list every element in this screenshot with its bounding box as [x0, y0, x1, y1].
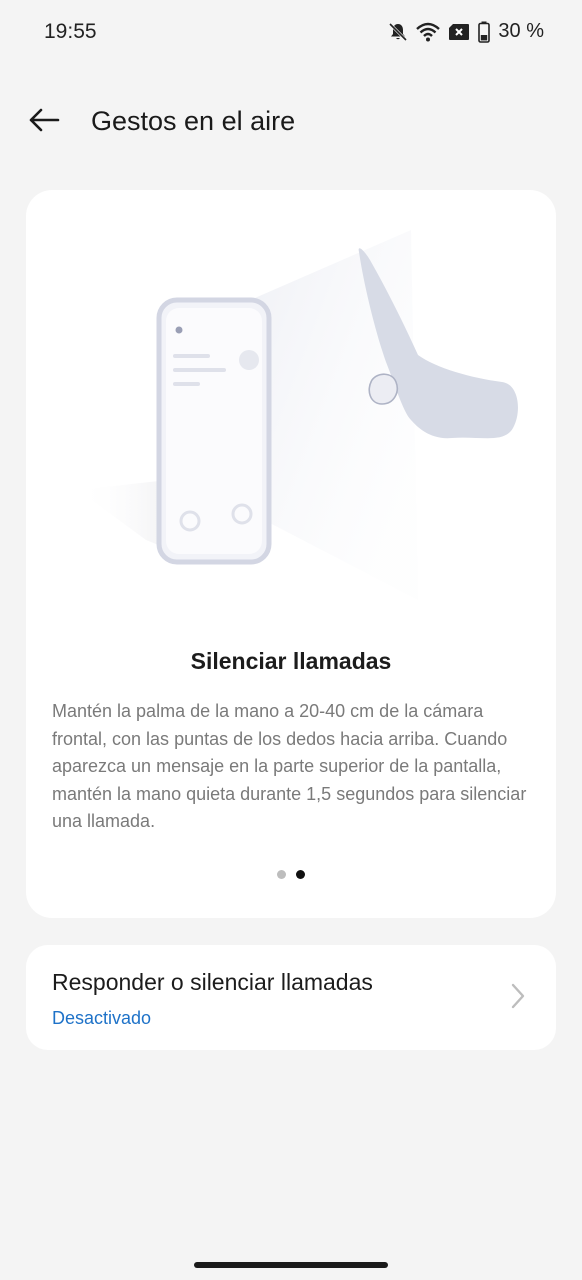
setting-title: Responder o silenciar llamadas [52, 969, 373, 995]
page-title: Gestos en el aire [91, 106, 296, 136]
home-indicator[interactable] [194, 1262, 388, 1268]
demo-title: Silenciar llamadas [190, 648, 392, 674]
mute-bell-icon [388, 22, 408, 42]
back-arrow-icon [28, 108, 60, 137]
wifi-icon [416, 22, 441, 42]
gesture-demo-card: Silenciar llamadas Mantén la palma de la… [26, 190, 556, 918]
page-indicator[interactable] [26, 870, 556, 879]
demo-description: Mantén la palma de la mano a 20-40 cm de… [52, 701, 527, 831]
back-button[interactable] [22, 102, 66, 142]
battery-percentage: 30 % [498, 20, 544, 42]
battery-icon [478, 21, 491, 43]
app-bar: Gestos en el aire [0, 92, 582, 152]
page-dot-2-active[interactable] [296, 870, 305, 879]
status-bar: 19:55 30 % [0, 0, 582, 64]
sim-off-icon [448, 23, 470, 41]
page-dot-1[interactable] [277, 870, 286, 879]
setting-status: Desactivado [52, 1008, 152, 1028]
answer-mute-calls-setting[interactable]: Responder o silenciar llamadas Desactiva… [26, 945, 556, 1050]
status-icons: 30 % [388, 20, 544, 43]
gesture-illustration [26, 190, 556, 630]
status-time: 19:55 [44, 20, 97, 43]
chevron-right-icon [510, 983, 526, 1014]
